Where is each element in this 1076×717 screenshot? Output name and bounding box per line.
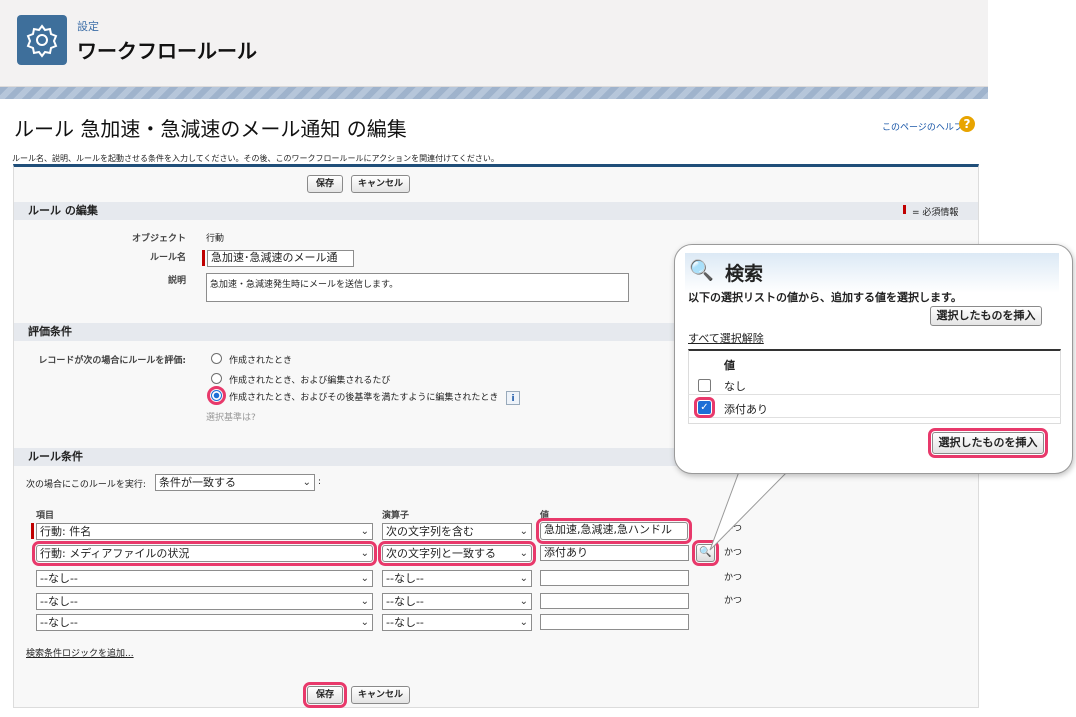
chevron-down-icon: ⌄ xyxy=(360,573,369,584)
criteria-field-value: --なし-- xyxy=(40,616,78,629)
clear-all-link[interactable]: すべて選択解除 xyxy=(688,330,764,346)
insert-selected-button-top[interactable]: 選択したものを挿入 xyxy=(930,306,1042,326)
radio-created-and-meets-criteria-label: 作成されたとき、およびその後基準を満たすように編集されたとき xyxy=(229,393,499,403)
chevron-down-icon: ⌄ xyxy=(519,548,528,559)
criteria-operator-select[interactable]: --なし-- ⌄ xyxy=(382,570,532,587)
decorative-band xyxy=(0,87,988,99)
run-rule-label: 次の場合にこのルールを実行: xyxy=(26,480,146,490)
run-rule-value: 条件が一致する xyxy=(159,476,236,489)
criteria-value-input[interactable]: 添付あり xyxy=(540,545,689,561)
run-rule-select[interactable]: 条件が一致する ⌄ xyxy=(155,474,315,491)
section-header-rule-edit: ルール の編集 xyxy=(14,202,978,220)
radio-created-label: 作成されたとき xyxy=(229,356,293,366)
info-icon[interactable]: i xyxy=(506,391,520,405)
gear-icon xyxy=(17,15,67,65)
criteria-value-input[interactable] xyxy=(540,570,689,586)
description-textarea[interactable]: 急加速・急減速発生時にメールを送信します。 xyxy=(206,273,629,302)
chevron-down-icon: ⌄ xyxy=(360,596,369,607)
criteria-field-select[interactable]: 行動: メディアファイルの状況 ⌄ xyxy=(32,541,377,566)
page-title: ルール 急加速・急減速のメール通知 の編集 xyxy=(14,117,407,141)
criteria-operator-value: 次の文字列と一致する xyxy=(386,547,496,560)
column-header-operator: 演算子 xyxy=(382,511,410,521)
picklist-checkbox[interactable]: ✓ xyxy=(694,397,715,418)
criteria-field-value: 行動: メディアファイルの状況 xyxy=(40,547,190,560)
breadcrumb[interactable]: 設定 xyxy=(77,18,99,34)
chevron-down-icon: ⌄ xyxy=(519,573,528,584)
radio-created[interactable] xyxy=(211,353,222,364)
description-label: 説明 xyxy=(167,276,186,286)
popup-description: 以下の選択リストの値から、追加する値を選択します。 xyxy=(688,291,962,304)
criteria-value-input[interactable] xyxy=(540,593,689,609)
chevron-down-icon: ⌄ xyxy=(519,617,528,628)
cancel-button-top[interactable]: キャンセル xyxy=(351,175,410,193)
evaluate-label: レコードが次の場合にルールを評価: xyxy=(38,356,186,366)
help-icon[interactable]: ? xyxy=(959,116,975,132)
picklist-item-label: なし xyxy=(724,380,746,393)
criteria-operator-value: --なし-- xyxy=(386,616,424,629)
required-marker xyxy=(31,523,34,539)
criteria-operator-select[interactable]: 次の文字列を含む ⌄ xyxy=(382,523,532,540)
criteria-value-input[interactable] xyxy=(540,614,689,630)
chevron-down-icon: ⌄ xyxy=(360,526,369,537)
column-header-field: 項目 xyxy=(36,511,55,521)
criteria-operator-value: --なし-- xyxy=(386,595,424,608)
criteria-field-select[interactable]: --なし-- ⌄ xyxy=(36,614,373,631)
help-link[interactable]: このページのヘルプ xyxy=(882,120,963,133)
chevron-down-icon: ⌄ xyxy=(360,548,369,559)
chevron-down-icon: ⌄ xyxy=(360,617,369,628)
criteria-value-input[interactable]: 急加速,急減速,急ハンドル xyxy=(536,518,692,544)
radio-created-and-edited-label: 作成されたとき、および編集されるたび xyxy=(229,376,391,386)
add-filter-logic-link[interactable]: 検索条件ロジックを追加... xyxy=(26,646,134,659)
criteria-field-select[interactable]: 行動: 件名 ⌄ xyxy=(36,523,373,540)
required-legend: = 必須情報 xyxy=(912,208,959,218)
rule-name-input[interactable]: 急加速･急減速のメール通 xyxy=(207,250,354,267)
required-marker xyxy=(202,250,205,266)
rule-name-label: ルール名 xyxy=(149,253,186,263)
picklist-checkbox[interactable] xyxy=(698,379,711,392)
callout-pointer-mask xyxy=(735,463,795,471)
chevron-down-icon: ⌄ xyxy=(519,526,528,537)
criteria-field-select[interactable]: --なし-- ⌄ xyxy=(36,570,373,587)
object-value: 行動 xyxy=(206,234,225,244)
criteria-operator-value: --なし-- xyxy=(386,572,424,585)
criteria-field-select[interactable]: --なし-- ⌄ xyxy=(36,593,373,610)
run-rule-suffix: : xyxy=(318,477,322,487)
insert-selected-button-bottom[interactable]: 選択したものを挿入 xyxy=(928,428,1048,458)
criteria-operator-select[interactable]: --なし-- ⌄ xyxy=(382,614,532,631)
radio-created-and-edited[interactable] xyxy=(211,373,222,384)
criteria-help-link[interactable]: 選択基準は? xyxy=(206,410,256,423)
cancel-button-bottom[interactable]: キャンセル xyxy=(351,686,410,704)
column-header-value: 値 xyxy=(540,511,550,521)
criteria-operator-select[interactable]: --なし-- ⌄ xyxy=(382,593,532,610)
object-label: オブジェクト xyxy=(131,234,186,244)
chevron-down-icon: ⌄ xyxy=(302,477,311,488)
header-title: ワークフロールール xyxy=(77,39,257,63)
save-button-bottom[interactable]: 保存 xyxy=(303,682,347,708)
popup-title: 検索 xyxy=(725,263,764,285)
criteria-field-value: 行動: 件名 xyxy=(40,525,92,538)
picklist-column-header: 値 xyxy=(724,359,735,372)
and-label: かつ xyxy=(724,573,743,583)
criteria-operator-value: 次の文字列を含む xyxy=(386,525,474,538)
magnifier-icon: 🔍 xyxy=(689,258,714,282)
required-marker xyxy=(903,205,906,214)
criteria-operator-select[interactable]: 次の文字列と一致する ⌄ xyxy=(378,541,536,566)
page-description: ルール名、説明、ルールを起動させる条件を入力してください。その後、このワークフロ… xyxy=(12,154,499,163)
and-label: かつ xyxy=(724,596,743,606)
radio-created-and-meets-criteria[interactable] xyxy=(207,386,226,405)
criteria-field-value: --なし-- xyxy=(40,572,78,585)
chevron-down-icon: ⌄ xyxy=(519,596,528,607)
picklist-item-label: 添付あり xyxy=(724,403,768,416)
criteria-field-value: --なし-- xyxy=(40,595,78,608)
save-button-top[interactable]: 保存 xyxy=(307,175,343,193)
